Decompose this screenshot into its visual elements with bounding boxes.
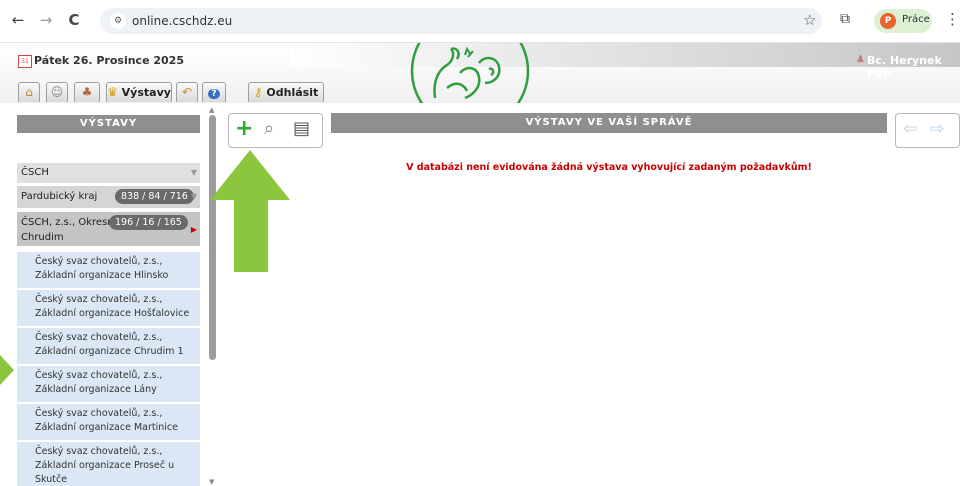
print-icon[interactable]: ▤ bbox=[293, 117, 310, 141]
sidebar-okres-line2: Chrudim bbox=[21, 232, 64, 243]
sidebar-item-chrudim1[interactable]: Český svaz chovatelů, z.s., Základní orga… bbox=[17, 328, 200, 364]
scroll-up-arrow[interactable]: ▲ bbox=[209, 106, 214, 114]
add-icon[interactable]: + bbox=[235, 117, 253, 141]
forward-icon[interactable]: → bbox=[36, 10, 56, 30]
user-icon: ♟ bbox=[856, 54, 865, 65]
back-icon[interactable]: ← bbox=[8, 10, 28, 30]
search-icon[interactable]: ⌕ bbox=[264, 117, 274, 141]
calendar-icon: 31 bbox=[18, 55, 32, 68]
org-line1: Český svaz chovatelů, z.s., bbox=[35, 256, 163, 267]
org-line1: Český svaz chovatelů, z.s., bbox=[35, 332, 163, 343]
url-text[interactable]: online.cschdz.eu bbox=[132, 13, 232, 29]
annotation-arrow-up bbox=[210, 150, 290, 272]
sidebar-title: VÝSTAVY bbox=[17, 115, 200, 133]
arrow-right-icon[interactable]: ⇨ bbox=[930, 119, 944, 139]
user-name[interactable]: Bc. Herynek Petr bbox=[867, 54, 960, 80]
kraj-count-badge: 838 / 84 / 716 bbox=[115, 189, 194, 204]
sidebar-item-hlinsko[interactable]: Český svaz chovatelů, z.s., Základní orga… bbox=[17, 252, 200, 288]
scroll-down-arrow[interactable]: ▼ bbox=[209, 478, 214, 486]
empty-result-message: V databázi není evidována žádná výstava … bbox=[406, 162, 812, 173]
main-title: VÝSTAVY VE VAŠÍ SPRÁVĚ bbox=[331, 113, 887, 133]
org-line2: Základní organizace Hošťalovice bbox=[35, 308, 190, 319]
org-line1: Český svaz chovatelů, z.s., bbox=[35, 408, 163, 419]
sidebar-item-hostalovice[interactable]: Český svaz chovatelů, z.s., Základní orga… bbox=[17, 290, 200, 326]
sidebar-csch-label: ČSCH bbox=[21, 167, 49, 178]
org-line1: Český svaz chovatelů, z.s., bbox=[35, 446, 163, 457]
org-line1: Český svaz chovatelů, z.s., bbox=[35, 370, 163, 381]
browser-menu-icon[interactable]: ⋮ bbox=[945, 10, 960, 28]
tab-help[interactable]: ? bbox=[202, 82, 226, 102]
org-line3: Skutče bbox=[35, 474, 68, 485]
home-icon: ⌂ bbox=[25, 85, 33, 99]
key-icon: ⚷ bbox=[253, 85, 263, 99]
org-line2: Základní organizace Chrudim 1 bbox=[35, 346, 184, 357]
sidebar-item-lany[interactable]: Český svaz chovatelů, z.s., Základní orga… bbox=[17, 366, 200, 402]
org-line2: Základní organizace Martinice bbox=[35, 422, 178, 433]
annotation-arrow-right bbox=[0, 355, 14, 385]
tab-undo[interactable]: ↶ bbox=[176, 82, 198, 102]
tab-vystavy[interactable]: ♛ Výstavy bbox=[106, 82, 172, 102]
extensions-icon[interactable]: ⧉ bbox=[840, 11, 850, 27]
chevron-down-icon: ▼ bbox=[190, 192, 197, 201]
cschdz-logo bbox=[410, 43, 530, 103]
logout-tab[interactable]: ⚷ Odhlásit bbox=[248, 82, 324, 102]
chevron-down-icon: ▼ bbox=[190, 168, 197, 177]
sidebar-item-csch[interactable]: ČSCH ▼ bbox=[17, 163, 200, 183]
profile-avatar[interactable]: P bbox=[880, 13, 896, 29]
people-icon: ☺ bbox=[50, 85, 64, 99]
org-line2: Základní organizace Proseč u bbox=[35, 460, 175, 471]
tab-members[interactable]: ♣ bbox=[74, 82, 100, 102]
reload-icon[interactable]: C bbox=[64, 10, 84, 30]
members-icon: ♣ bbox=[81, 85, 93, 99]
okres-count-badge: 196 / 16 / 165 bbox=[109, 215, 188, 230]
trophy-icon: ♛ bbox=[107, 85, 118, 99]
sidebar-item-kraj[interactable]: Pardubický kraj 838 / 84 / 716 ▼ bbox=[17, 186, 200, 208]
arrow-left-icon[interactable]: ⇦ bbox=[903, 119, 917, 139]
tab-home[interactable]: ⌂ bbox=[18, 82, 40, 102]
tab-people[interactable]: ☺ bbox=[46, 82, 68, 102]
logout-label: Odhlásit bbox=[266, 86, 319, 99]
profile-name[interactable]: Práce bbox=[902, 14, 930, 25]
bookmark-star-icon[interactable]: ☆ bbox=[803, 11, 816, 29]
undo-icon: ↶ bbox=[181, 85, 193, 99]
org-line2: Základní organizace Hlinsko bbox=[35, 270, 169, 281]
help-icon: ? bbox=[208, 89, 220, 99]
arrow-right-icon: ▶ bbox=[190, 225, 197, 234]
sidebar-item-prosec[interactable]: Český svaz chovatelů, z.s., Základní orga… bbox=[17, 442, 200, 486]
site-info-icon[interactable]: ⚙ bbox=[110, 13, 126, 29]
org-line2: Základní organizace Lány bbox=[35, 384, 157, 395]
current-date: Pátek 26. Prosince 2025 bbox=[34, 54, 184, 67]
tab-vystavy-label: Výstavy bbox=[121, 86, 171, 99]
org-line1: Český svaz chovatelů, z.s., bbox=[35, 294, 163, 305]
sidebar-kraj-label: Pardubický kraj bbox=[21, 191, 98, 202]
sidebar-item-okres[interactable]: ČSCH, z.s., Okresn Chrudim 196 / 16 / 165 ▶ bbox=[17, 212, 200, 246]
sidebar-item-martinice[interactable]: Český svaz chovatelů, z.s., Základní orga… bbox=[17, 404, 200, 440]
